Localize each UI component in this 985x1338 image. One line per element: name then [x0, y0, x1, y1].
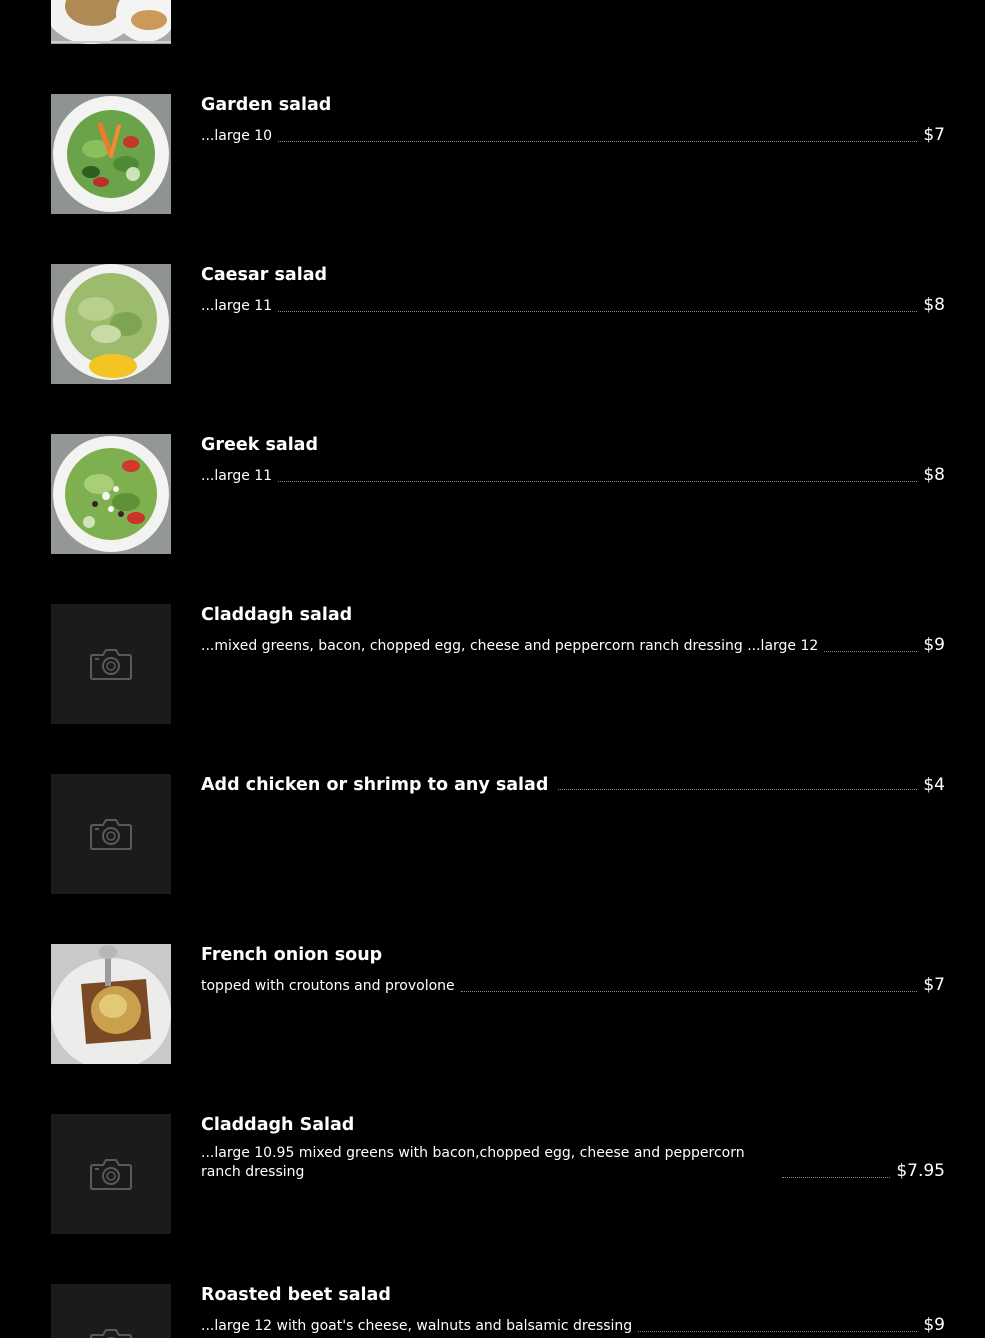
- camera-icon: [90, 819, 132, 850]
- menu-item: Add chicken or shrimp to any salad $4: [51, 774, 945, 894]
- garden-salad-photo: [51, 94, 171, 214]
- item-detail-row: ...large 12 with goat's cheese, walnuts …: [201, 1314, 945, 1336]
- item-name: Add chicken or shrimp to any salad: [201, 775, 549, 795]
- menu-item-body: Greek salad ...large 11 $8: [201, 434, 945, 486]
- item-price: $7: [923, 125, 945, 145]
- image-placeholder: [51, 1284, 171, 1338]
- menu-item-body: Caesar salad ...large 11 $8: [201, 264, 945, 316]
- item-price: $8: [923, 465, 945, 485]
- item-description: topped with croutons and provolone: [201, 978, 455, 994]
- item-price: $7.95: [896, 1161, 945, 1181]
- item-price: $9: [923, 1315, 945, 1335]
- camera-icon: [90, 1329, 132, 1338]
- dot-leader: [278, 480, 918, 482]
- menu-item: Greek salad ...large 11 $8: [51, 434, 945, 554]
- item-description: ...large 12 with goat's cheese, walnuts …: [201, 1318, 633, 1334]
- item-detail-row: ...large 11 $8: [201, 464, 945, 486]
- item-name: French onion soup: [201, 945, 383, 965]
- dot-leader: [558, 788, 918, 790]
- french-onion-soup-photo: [51, 944, 171, 1064]
- menu-item: Garden salad ...large 10 $7: [51, 94, 945, 214]
- item-description: ...large 10: [201, 128, 273, 144]
- item-price: $7: [923, 975, 945, 995]
- image-placeholder: [51, 1114, 171, 1234]
- camera-icon: [90, 649, 132, 680]
- menu-item-body: Claddagh salad ...mixed greens, bacon, c…: [201, 604, 945, 656]
- menu-item: French onion soup topped with croutons a…: [51, 944, 945, 1064]
- item-price: $4: [923, 775, 945, 795]
- soup-and-bread-photo: [51, 0, 171, 44]
- item-description: ...large 11: [201, 298, 273, 314]
- item-price: $9: [923, 635, 945, 655]
- menu-item: Caesar salad ...large 11 $8: [51, 264, 945, 384]
- image-placeholder: [51, 604, 171, 724]
- item-description: ...large 10.95 mixed greens with bacon,c…: [201, 1145, 745, 1180]
- menu-item: Claddagh Salad ...large 10.95 mixed gree…: [51, 1114, 945, 1234]
- dot-leader: [824, 650, 918, 652]
- item-price: $8: [923, 295, 945, 315]
- menu-item-body: Roasted beet salad ...large 12 with goat…: [201, 1284, 945, 1336]
- image-placeholder: [51, 774, 171, 894]
- menu-item: [51, 0, 945, 44]
- item-description: ...large 11: [201, 468, 273, 484]
- menu-item-body: French onion soup topped with croutons a…: [201, 944, 945, 996]
- dot-leader: [460, 990, 918, 992]
- greek-salad-photo: [51, 434, 171, 554]
- item-name: Roasted beet salad: [201, 1285, 391, 1305]
- menu-item: Roasted beet salad ...large 12 with goat…: [51, 1284, 945, 1338]
- item-detail-row: topped with croutons and provolone $7: [201, 974, 945, 996]
- menu-item: Claddagh salad ...mixed greens, bacon, c…: [51, 604, 945, 724]
- item-detail-row: ...mixed greens, bacon, chopped egg, che…: [201, 634, 945, 656]
- item-name: Greek salad: [201, 435, 319, 455]
- dot-leader: [782, 1176, 891, 1178]
- item-name: Claddagh salad: [201, 605, 353, 625]
- dot-leader: [638, 1330, 918, 1332]
- dot-leader: [278, 310, 918, 312]
- item-name: Garden salad: [201, 95, 332, 115]
- caesar-salad-photo: [51, 264, 171, 384]
- item-detail-row: ...large 10.95 mixed greens with bacon,c…: [201, 1144, 945, 1182]
- camera-icon: [90, 1159, 132, 1190]
- dot-leader: [278, 140, 918, 142]
- item-detail-row: ...large 10 $7: [201, 124, 945, 146]
- menu-item-body: Claddagh Salad ...large 10.95 mixed gree…: [201, 1114, 945, 1182]
- item-description: ...mixed greens, bacon, chopped egg, che…: [201, 638, 819, 654]
- item-name: Caesar salad: [201, 265, 328, 285]
- menu-item-body: Garden salad ...large 10 $7: [201, 94, 945, 146]
- menu-item-body: Add chicken or shrimp to any salad $4: [201, 774, 945, 796]
- item-detail-row: ...large 11 $8: [201, 294, 945, 316]
- item-name: Claddagh Salad: [201, 1115, 355, 1135]
- item-title-row: Add chicken or shrimp to any salad $4: [201, 774, 945, 796]
